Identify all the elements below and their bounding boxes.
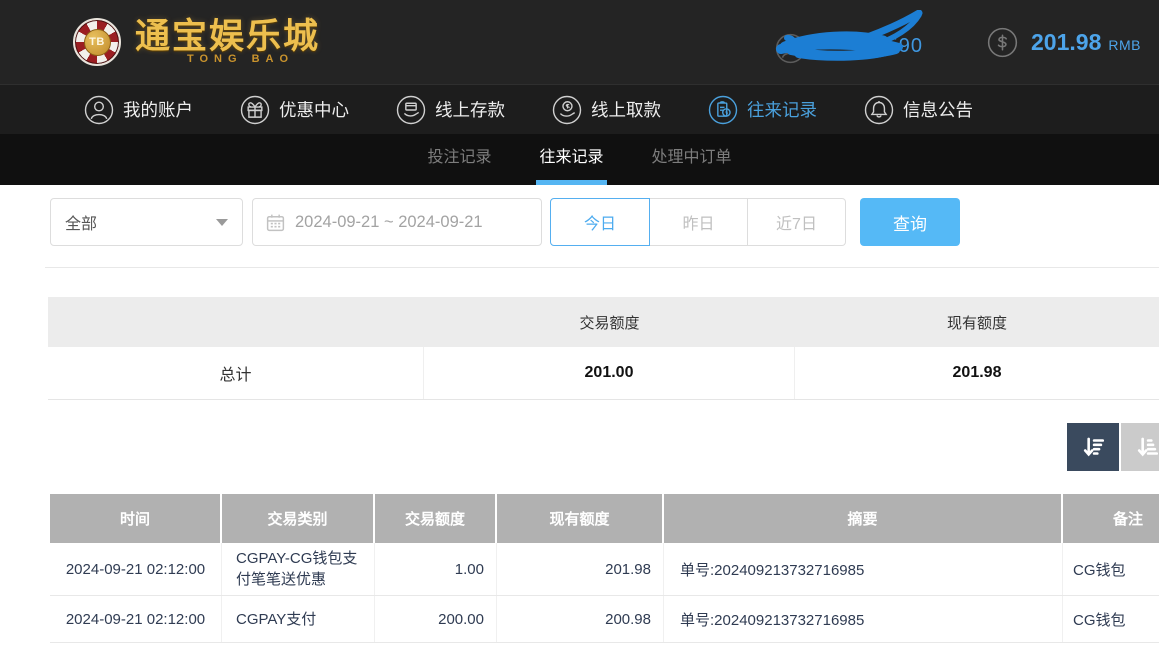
nav-label: 信息公告 [903,97,973,122]
type-select[interactable]: 全部 [50,198,243,246]
summary-header-trade-amount: 交易额度 [424,297,795,347]
header-right: 590 201.98 RMB [769,12,1141,72]
type-select-value: 全部 [65,210,97,234]
cell-amount: 1.00 [375,543,497,595]
site-title: 通宝娱乐城 [135,19,320,55]
sort-ascending-icon [1134,434,1159,460]
summary-total-row: 总计 201.00 201.98 [48,347,1159,400]
nav-label: 线上存款 [435,97,505,122]
nav-item-announcements[interactable]: 信息公告 [864,95,973,125]
section-divider [45,267,1159,268]
cell-balance: 201.98 [497,543,664,595]
nav-item-withdraw[interactable]: 线上取款 [552,95,661,125]
user-account-block: 590 [769,12,935,72]
date-range-input[interactable]: 2024-09-21 ~ 2024-09-21 [252,198,542,246]
records-header-row: 时间 交易类别 交易额度 现有额度 摘要 备注 [50,494,1159,543]
chevron-down-icon [216,219,228,226]
deposit-icon [396,95,426,125]
balance-currency: RMB [1108,37,1141,53]
col-header-type: 交易类别 [222,494,375,543]
summary-header-empty [48,297,424,347]
col-header-balance: 现有额度 [497,494,664,543]
summary-header-balance: 现有额度 [795,297,1159,347]
summary-header-row: 交易额度 现有额度 [48,297,1159,347]
records-icon [708,95,738,125]
main-nav: 我的账户 优惠中心 线上存款 线上取款 往来记录 [0,84,1159,134]
summary-trade-amount: 201.00 [424,347,795,399]
user-icon [84,95,114,125]
nav-item-my-account[interactable]: 我的账户 [84,95,193,125]
col-header-note: 备注 [1063,494,1159,543]
filter-row: 全部 2024-09-21 ~ 2024-09-21 今日 昨日 近7日 查询 [50,198,1159,246]
tab-pending-orders[interactable]: 处理中订单 [649,134,735,185]
table-row: 2024-09-21 02:12:00 CGPAY-CG钱包支付笔笔送优惠 1.… [50,543,1159,596]
cell-time: 2024-09-21 02:12:00 [50,543,222,595]
sort-descending-icon [1080,434,1106,460]
bell-icon [864,95,894,125]
cell-amount: 200.00 [375,596,497,642]
search-button[interactable]: 查询 [860,198,960,246]
summary-balance: 201.98 [795,347,1159,399]
cell-summary: 单号:202409213732716985 [664,596,1063,642]
sort-controls [0,423,1159,471]
sort-descending-button[interactable] [1067,423,1119,471]
poker-chip-icon: TB [73,18,121,66]
nav-item-transaction-records[interactable]: 往来记录 [708,95,817,125]
quick-today-button[interactable]: 今日 [550,198,650,246]
col-header-time: 时间 [50,494,222,543]
top-bar: TB 通宝娱乐城 TONG BAO 590 [0,0,1159,84]
quick-last7days-button[interactable]: 近7日 [748,198,846,246]
records-table: 时间 交易类别 交易额度 现有额度 摘要 备注 2024-09-21 02:12… [50,494,1159,643]
cell-balance: 200.98 [497,596,664,642]
balance-amount: 201.98 [1031,29,1101,56]
cell-time: 2024-09-21 02:12:00 [50,596,222,642]
cell-type: CGPAY支付 [222,596,375,642]
col-header-summary: 摘要 [664,494,1063,543]
nav-label: 我的账户 [123,97,193,122]
summary-table: 交易额度 现有额度 总计 201.00 201.98 [48,297,1159,400]
quick-date-group: 今日 昨日 近7日 [550,198,846,246]
table-row: 2024-09-21 02:12:00 CGPAY支付 200.00 200.9… [50,596,1159,643]
site-logo[interactable]: TB 通宝娱乐城 TONG BAO [73,18,320,66]
tab-transaction-records[interactable]: 往来记录 [536,134,606,185]
chip-monogram: TB [84,29,111,56]
summary-total-label: 总计 [48,347,424,399]
ink-scribble-over-username [769,10,935,72]
cell-type: CGPAY-CG钱包支付笔笔送优惠 [222,543,375,595]
cell-summary: 单号:202409213732716985 [664,543,1063,595]
nav-label: 线上取款 [591,97,661,122]
balance-display: 201.98 RMB [987,27,1141,58]
tab-bet-records[interactable]: 投注记录 [424,134,494,185]
gift-icon [240,95,270,125]
quick-yesterday-button[interactable]: 昨日 [650,198,748,246]
record-tabs: 投注记录 往来记录 处理中订单 [0,134,1159,185]
sort-ascending-button[interactable] [1121,423,1159,471]
col-header-amount: 交易额度 [375,494,497,543]
dollar-circle-icon [987,27,1018,58]
cell-note: CG钱包 [1063,596,1159,642]
nav-item-promotions[interactable]: 优惠中心 [240,95,349,125]
logo-text: 通宝娱乐城 TONG BAO [135,19,320,65]
date-range-value: 2024-09-21 ~ 2024-09-21 [295,213,483,232]
cell-note: CG钱包 [1063,543,1159,595]
calendar-icon [265,212,286,233]
nav-item-deposit[interactable]: 线上存款 [396,95,505,125]
nav-label: 往来记录 [747,97,817,122]
withdraw-icon [552,95,582,125]
nav-label: 优惠中心 [279,97,349,122]
